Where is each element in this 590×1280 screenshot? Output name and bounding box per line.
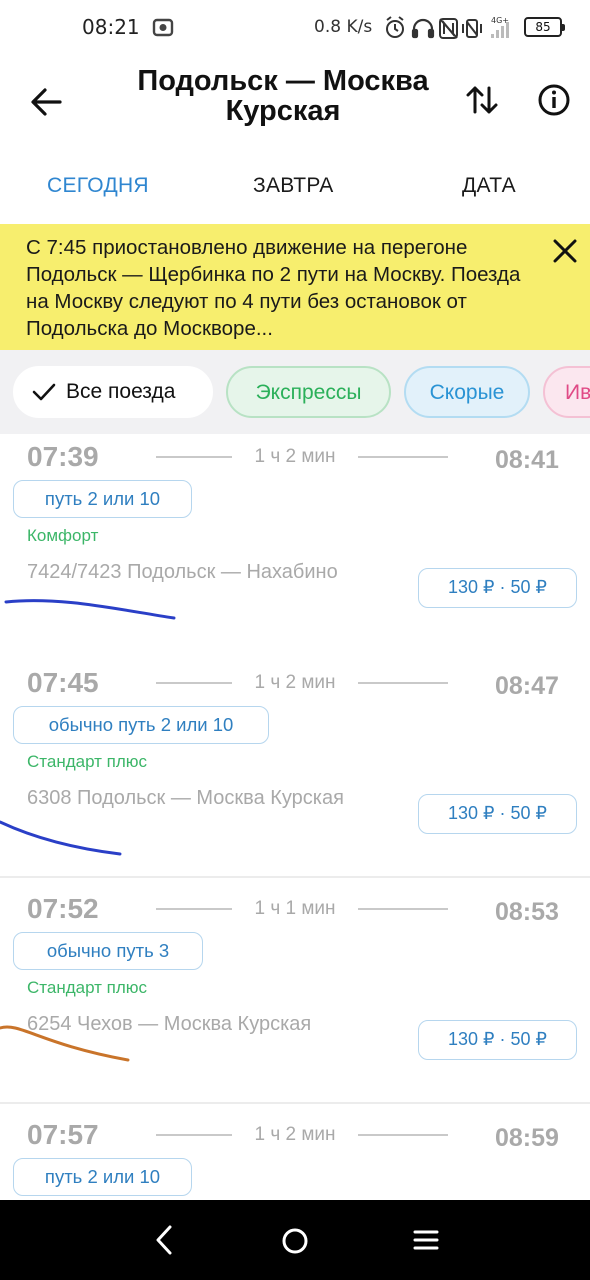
price-button[interactable]: 130 ₽ · 50 ₽ [418, 1020, 577, 1060]
trip-duration: 1 ч 2 мин [254, 446, 336, 467]
departure-time: 07:52 [27, 893, 99, 924]
train-category: Комфорт [27, 526, 99, 545]
filter-all-trains[interactable]: Все поезда [13, 366, 213, 418]
filter-express[interactable]: Экспрессы [226, 366, 391, 418]
camera-app-icon [152, 18, 174, 37]
timeline-line [358, 1134, 448, 1136]
timeline-line [156, 456, 232, 458]
app-header: Подольск — Москва Курская [0, 56, 590, 152]
train-route: 6254 Чехов — Москва Курская [27, 1013, 312, 1035]
info-icon[interactable] [534, 80, 574, 120]
back-arrow-icon[interactable] [26, 82, 66, 122]
title-line-1: Подольск — Москва [137, 65, 429, 97]
platform-badge: путь 2 или 10 [13, 1158, 192, 1196]
nfc-icon [439, 18, 458, 39]
filter-fast[interactable]: Скорые [404, 366, 530, 418]
trip-duration: 1 ч 2 мин [254, 672, 336, 693]
price-button[interactable]: 130 ₽ · 50 ₽ [418, 794, 577, 834]
timeline-line [156, 908, 232, 910]
arrival-time: 08:47 [495, 672, 559, 700]
platform-badge: путь 2 или 10 [13, 480, 192, 518]
system-navigation-bar [0, 1200, 590, 1280]
battery-indicator: 85 [524, 17, 565, 37]
swap-direction-icon[interactable] [462, 80, 502, 120]
platform-badge: обычно путь 2 или 10 [13, 706, 269, 744]
train-route: 6308 Подольск — Москва Курская [27, 787, 344, 809]
nav-menu-icon[interactable] [412, 1228, 440, 1252]
train-card[interactable]: 07:57 1 ч 2 мин 08:59 путь 2 или 10 [0, 1104, 590, 1200]
platform-badge: обычно путь 3 [13, 932, 203, 970]
timeline-line [358, 456, 448, 458]
timeline-line [156, 1134, 232, 1136]
tab-tomorrow[interactable]: ЗАВТРА [253, 174, 334, 198]
timeline-line [358, 682, 448, 684]
filter-partial[interactable]: Ив [543, 366, 590, 418]
tab-date[interactable]: ДАТА [462, 174, 516, 198]
vibrate-icon [462, 19, 482, 38]
title-line-2: Курская [225, 95, 341, 127]
train-card[interactable]: 07:52 1 ч 1 мин 08:53 обычно путь 3 Стан… [0, 878, 590, 1104]
arrival-time: 08:59 [495, 1124, 559, 1152]
train-category: Стандарт плюс [27, 978, 148, 997]
timeline-line [156, 682, 232, 684]
trip-duration: 1 ч 2 мин [254, 1124, 336, 1145]
network-speed: 0.8 K/s [314, 17, 373, 37]
trip-duration: 1 ч 1 мин [254, 898, 336, 919]
timeline-line [358, 908, 448, 910]
train-list: 07:39 1 ч 2 мин 08:41 путь 2 или 10 Комф… [0, 434, 590, 1200]
train-category: Стандарт плюс [27, 752, 148, 771]
status-bar: 08:21 0.8 K/s 4G+ 85 [0, 0, 590, 56]
headphones-icon [411, 18, 435, 39]
departure-time: 07:39 [27, 441, 99, 472]
departure-time: 07:57 [27, 1119, 99, 1150]
close-icon[interactable] [550, 236, 580, 266]
price-button[interactable]: 130 ₽ · 50 ₽ [418, 568, 577, 608]
status-icons: 4G+ [386, 16, 509, 39]
status-time: 08:21 [82, 15, 140, 39]
tab-today[interactable]: СЕГОДНЯ [47, 174, 149, 198]
date-tabs: СЕГОДНЯ ЗАВТРА ДАТА [0, 152, 590, 224]
arrival-time: 08:41 [495, 446, 559, 474]
alert-text: С 7:45 приостановлено движение на перего… [26, 236, 521, 340]
train-type-filters: Все поезда Экспрессы Скорые Ив [0, 350, 590, 434]
departure-time: 07:45 [27, 667, 99, 698]
alarm-icon [386, 16, 404, 38]
filter-all-label: Все поезда [66, 380, 176, 403]
arrival-time: 08:53 [495, 898, 559, 926]
check-icon [32, 383, 56, 401]
alert-banner[interactable]: С 7:45 приостановлено движение на перего… [0, 224, 590, 350]
nav-home-icon[interactable] [280, 1226, 310, 1256]
nav-back-icon[interactable] [150, 1222, 180, 1258]
train-card[interactable]: 07:45 1 ч 2 мин 08:47 обычно путь 2 или … [0, 652, 590, 878]
page-title: Подольск — Москва Курская [100, 66, 466, 126]
train-card[interactable]: 07:39 1 ч 2 мин 08:41 путь 2 или 10 Комф… [0, 434, 590, 660]
train-route: 7424/7423 Подольск — Нахабино [27, 561, 338, 583]
